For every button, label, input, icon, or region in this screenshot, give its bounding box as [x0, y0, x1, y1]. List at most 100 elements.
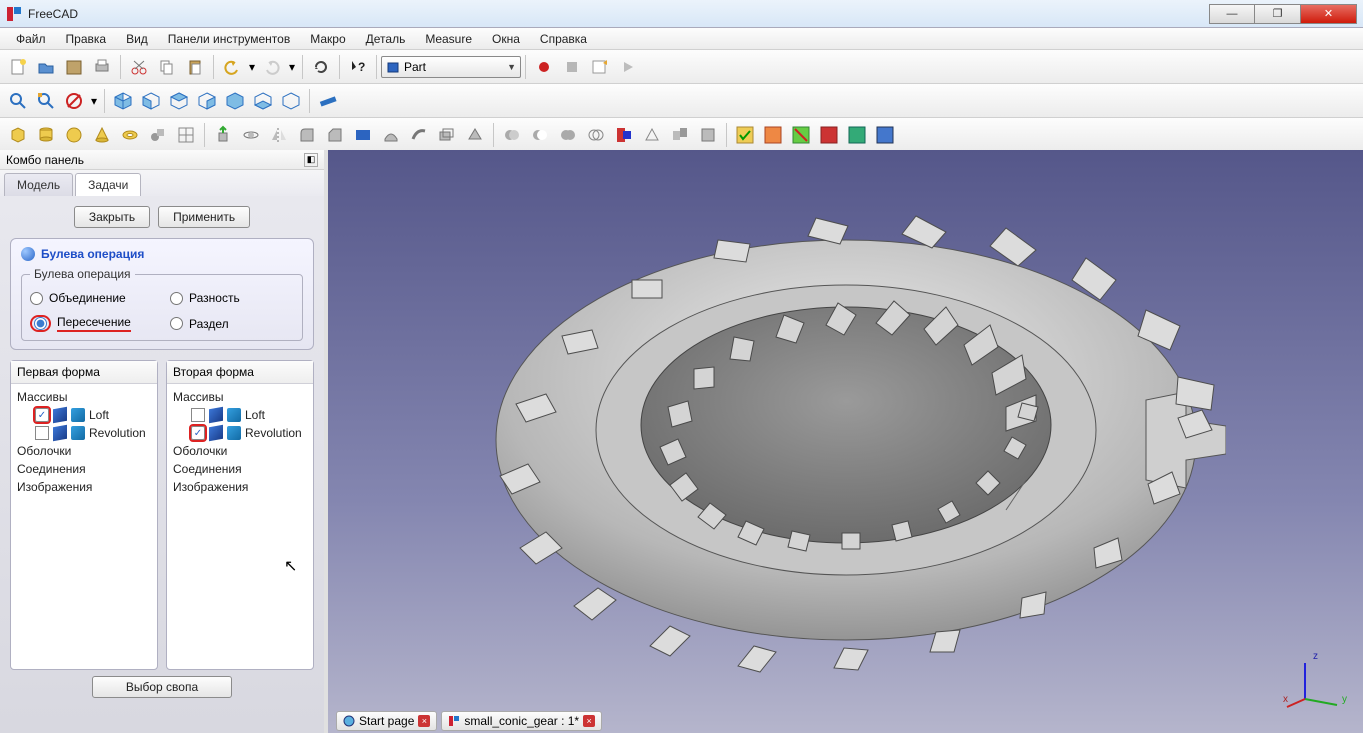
- import-icon[interactable]: [816, 122, 842, 148]
- compound-icon[interactable]: [667, 122, 693, 148]
- tab-model[interactable]: Модель: [4, 173, 73, 196]
- defeaturing-icon[interactable]: [872, 122, 898, 148]
- macro-stop-icon[interactable]: [559, 54, 585, 80]
- whats-this-icon[interactable]: ?: [345, 54, 371, 80]
- extrude-icon[interactable]: [210, 122, 236, 148]
- menu-edit[interactable]: Правка: [56, 29, 117, 49]
- undo-dropdown[interactable]: ▾: [246, 60, 258, 74]
- fit-all-icon[interactable]: [5, 88, 31, 114]
- cylinder-icon[interactable]: [33, 122, 59, 148]
- draw-style-dropdown[interactable]: ▾: [88, 94, 100, 108]
- menu-part[interactable]: Деталь: [356, 29, 416, 49]
- radio-section[interactable]: Раздел: [170, 315, 294, 332]
- thickness-icon[interactable]: [462, 122, 488, 148]
- primitives-icon[interactable]: [145, 122, 171, 148]
- redo-dropdown[interactable]: ▾: [286, 60, 298, 74]
- save-icon[interactable]: [61, 54, 87, 80]
- maximize-button[interactable]: ❐: [1255, 4, 1301, 24]
- loft-icon[interactable]: [378, 122, 404, 148]
- checkbox-icon[interactable]: [35, 426, 49, 440]
- section-bool-icon[interactable]: [611, 122, 637, 148]
- paste-icon[interactable]: [182, 54, 208, 80]
- panel-undock-icon[interactable]: ◧: [304, 153, 318, 167]
- right-view-icon[interactable]: [194, 88, 220, 114]
- combo-panel-header: Комбо панель ◧: [0, 150, 324, 170]
- revolve-icon[interactable]: [238, 122, 264, 148]
- menu-file[interactable]: Файл: [6, 29, 56, 49]
- macro-play-icon[interactable]: [615, 54, 641, 80]
- print-icon[interactable]: [89, 54, 115, 80]
- sweep-icon[interactable]: [406, 122, 432, 148]
- swap-selection-button[interactable]: Выбор свопа: [92, 676, 232, 698]
- measure-icon[interactable]: [315, 88, 341, 114]
- menu-toolbars[interactable]: Панели инструментов: [158, 29, 300, 49]
- revolution-icon: [227, 426, 241, 440]
- list-item[interactable]: ✓ Revolution: [171, 424, 309, 442]
- radio-intersection[interactable]: Пересечение: [30, 315, 154, 332]
- macro-record-icon[interactable]: [531, 54, 557, 80]
- undo-icon[interactable]: [219, 54, 245, 80]
- doc-tab-startpage[interactable]: Start page ×: [336, 711, 437, 731]
- open-file-icon[interactable]: [33, 54, 59, 80]
- radio-difference[interactable]: Разность: [170, 291, 294, 305]
- fit-selection-icon[interactable]: [33, 88, 59, 114]
- copy-icon[interactable]: [154, 54, 180, 80]
- refresh-icon[interactable]: [308, 54, 334, 80]
- 3d-viewport[interactable]: z y x Start page × small_conic_gear : 1*…: [328, 150, 1363, 733]
- offset-icon[interactable]: [434, 122, 460, 148]
- checkbox-icon[interactable]: ✓: [35, 408, 49, 422]
- ruled-surface-icon[interactable]: [350, 122, 376, 148]
- mirror-icon[interactable]: [266, 122, 292, 148]
- close-tab-icon[interactable]: ×: [418, 715, 430, 727]
- fillet-icon[interactable]: [294, 122, 320, 148]
- tab-tasks[interactable]: Задачи: [75, 173, 141, 196]
- box-icon[interactable]: [5, 122, 31, 148]
- list-item[interactable]: Loft: [171, 406, 309, 424]
- new-file-icon[interactable]: [5, 54, 31, 80]
- part-design-icon[interactable]: [760, 122, 786, 148]
- menu-macro[interactable]: Макро: [300, 29, 355, 49]
- common-icon[interactable]: [583, 122, 609, 148]
- check-geom-icon[interactable]: [732, 122, 758, 148]
- menu-view[interactable]: Вид: [116, 29, 158, 49]
- top-view-icon[interactable]: [166, 88, 192, 114]
- close-tab-icon[interactable]: ×: [583, 715, 595, 727]
- radio-union[interactable]: Объединение: [30, 291, 154, 305]
- apply-task-button[interactable]: Применить: [158, 206, 250, 228]
- doc-tab-model[interactable]: small_conic_gear : 1* ×: [441, 711, 602, 731]
- export-icon[interactable]: [844, 122, 870, 148]
- menu-help[interactable]: Справка: [530, 29, 597, 49]
- sphere-icon[interactable]: [61, 122, 87, 148]
- cut-icon[interactable]: [126, 54, 152, 80]
- first-shape-list: Массивы ✓ Loft Revolution: [11, 384, 157, 669]
- boolean-panel: Булева операция Булева операция Объедине…: [10, 238, 314, 350]
- close-button[interactable]: ✕: [1301, 4, 1357, 24]
- close-task-button[interactable]: Закрыть: [74, 206, 150, 228]
- chamfer-icon[interactable]: [322, 122, 348, 148]
- cone-icon[interactable]: [89, 122, 115, 148]
- minimize-button[interactable]: —: [1209, 4, 1255, 24]
- make-solid-icon[interactable]: [695, 122, 721, 148]
- rear-view-icon[interactable]: [222, 88, 248, 114]
- workbench-selector[interactable]: Part ▼: [381, 56, 521, 78]
- bottom-view-icon[interactable]: [250, 88, 276, 114]
- checkbox-icon[interactable]: [191, 408, 205, 422]
- menu-windows[interactable]: Окна: [482, 29, 530, 49]
- menu-measure[interactable]: Measure: [415, 29, 482, 49]
- boolean-icon[interactable]: [499, 122, 525, 148]
- cross-sections-icon[interactable]: [639, 122, 665, 148]
- torus-icon[interactable]: [117, 122, 143, 148]
- iso-view-icon[interactable]: [110, 88, 136, 114]
- checkbox-icon[interactable]: ✓: [191, 426, 205, 440]
- cut-bool-icon[interactable]: [527, 122, 553, 148]
- list-item[interactable]: Revolution: [15, 424, 153, 442]
- redo-icon[interactable]: [259, 54, 285, 80]
- macro-list-icon[interactable]: [587, 54, 613, 80]
- left-view-icon[interactable]: [278, 88, 304, 114]
- draw-style-icon[interactable]: [61, 88, 87, 114]
- front-view-icon[interactable]: [138, 88, 164, 114]
- fuse-icon[interactable]: [555, 122, 581, 148]
- list-item[interactable]: ✓ Loft: [15, 406, 153, 424]
- shapebuilder-icon[interactable]: [173, 122, 199, 148]
- refine-icon[interactable]: [788, 122, 814, 148]
